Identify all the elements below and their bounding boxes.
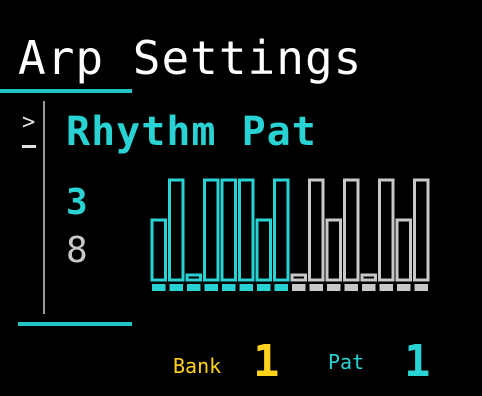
pattern-step-3[interactable] — [185, 273, 202, 282]
pattern-step-16[interactable] — [413, 178, 430, 282]
pattern-active-length[interactable]: 3 — [66, 182, 88, 224]
pattern-step-10[interactable] — [308, 178, 325, 282]
pattern-step-indicator-5 — [222, 284, 236, 291]
selection-cursor-icon: > — [22, 110, 36, 135]
bank-label: Bank — [173, 354, 222, 378]
arp-settings-screen: Arp Settings > Rhythm Pat 3 8 Bank 1 Pat… — [0, 0, 482, 396]
pattern-step-indicator-13 — [362, 284, 376, 291]
pattern-total-length[interactable]: 8 — [66, 230, 88, 272]
pattern-step-indicator-6 — [239, 284, 253, 291]
menu-divider — [43, 101, 45, 314]
pattern-step-11[interactable] — [325, 218, 342, 282]
pattern-step-indicator-2 — [169, 284, 183, 291]
pat-label: Pat — [328, 350, 365, 374]
pattern-step-5[interactable] — [220, 178, 237, 282]
pattern-step-indicator-12 — [344, 284, 358, 291]
pat-value[interactable]: 1 — [404, 338, 431, 386]
pattern-step-indicator-15 — [397, 284, 411, 291]
rhythm-pattern-editor[interactable] — [140, 170, 440, 294]
title-underline — [0, 89, 132, 93]
pattern-step-indicator-9 — [292, 284, 306, 291]
pattern-step-indicator-1 — [152, 284, 166, 291]
selection-cursor-bar — [22, 145, 36, 148]
pattern-step-indicator-7 — [257, 284, 271, 291]
pattern-step-indicator-3 — [187, 284, 201, 291]
menu-item-rhythm-pat[interactable]: Rhythm Pat — [66, 106, 317, 158]
pattern-step-indicator-14 — [379, 284, 393, 291]
pattern-step-indicator-11 — [327, 284, 341, 291]
pattern-step-14[interactable] — [378, 178, 395, 282]
pattern-step-4[interactable] — [203, 178, 220, 282]
page-title: Arp Settings — [18, 31, 363, 85]
pattern-step-7[interactable] — [255, 218, 272, 282]
pattern-step-indicator-8 — [274, 284, 288, 291]
pattern-step-2[interactable] — [168, 178, 185, 282]
pattern-step-indicator-10 — [309, 284, 323, 291]
pattern-step-indicator-16 — [414, 284, 428, 291]
pattern-step-indicator-4 — [204, 284, 218, 291]
pattern-step-6[interactable] — [238, 178, 255, 282]
pattern-step-1[interactable] — [150, 218, 167, 282]
pattern-step-13[interactable] — [360, 273, 377, 282]
footer-accent-rule — [18, 322, 132, 326]
pattern-step-15[interactable] — [395, 218, 412, 282]
bank-value[interactable]: 1 — [253, 338, 280, 386]
pattern-step-12[interactable] — [343, 178, 360, 282]
pattern-step-9[interactable] — [290, 273, 307, 282]
pattern-step-8[interactable] — [273, 178, 290, 282]
